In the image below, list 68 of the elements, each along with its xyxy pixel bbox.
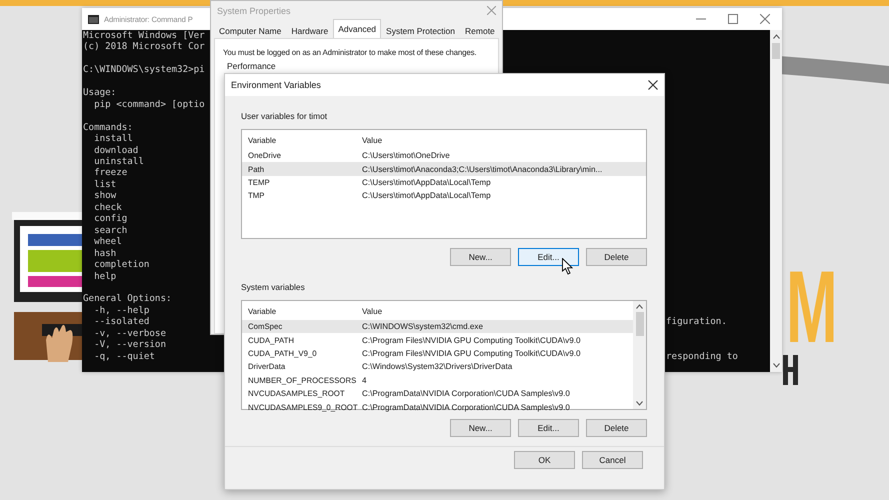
console-line: C:\WINDOWS\system32>pi [83,64,205,76]
console-line: download [93,144,138,156]
dialog-button[interactable]: Delete [586,248,647,266]
variable-value: C:\Program Files\NVIDIA GPU Computing Toolkit\CUDA\v9.0 [362,348,580,358]
scroll-up-icon[interactable] [636,304,643,309]
dialog-title: Environment Variables [231,80,321,90]
console-line: responding to [666,350,738,362]
console-line: config [93,213,128,224]
dialog-button[interactable]: New... [450,248,511,266]
scroll-down-icon[interactable] [636,401,643,406]
window-title: System Properties [217,6,291,16]
variable-value: C:\ProgramData\NVIDIA Corporation\CUDA Samples\v9.0 [362,402,570,412]
console-line: freeze [93,167,128,178]
logo-letter: M [786,258,838,360]
column-header[interactable]: Value [362,136,382,144]
dialog-button[interactable]: New... [450,419,511,437]
console-icon [88,14,99,24]
console-line: completion [93,259,150,270]
console-line: figuration. [666,316,727,328]
console-line: Commands: [83,122,133,133]
console-line: pip <command> [optio [93,98,205,110]
group-label: Performance [226,61,277,71]
maximize-icon[interactable] [728,14,738,24]
console-line: wheel [93,236,122,248]
console-line: show [93,190,116,202]
variable-value: C:\Users\timot\Anaconda3;C:\Users\timot\Anaconda3\Library\min... [362,164,602,174]
column-header[interactable]: Value [362,306,382,316]
console-line: -V, --version [93,339,166,350]
variable-value: C:\Program Files\NVIDIA GPU Computing Toolkit\CUDA\v9.0 [362,336,580,345]
close-icon[interactable] [648,80,658,90]
variable-value: C:\Users\timot\AppData\Local\Temp [362,191,491,200]
dialog-button[interactable]: Edit... [518,248,579,266]
console-line: check [93,202,122,213]
mouse-pointer-icon [562,258,573,275]
section-label: System variables [241,282,306,294]
dialog-button[interactable]: Delete [586,419,647,437]
dialog-button[interactable]: Cancel [582,451,643,469]
console-line: Microsoft Windows [Ver [83,30,205,41]
variable-value: C:\Users\timot\AppData\Local\Temp [362,178,491,187]
tab[interactable]: Advanced [333,19,382,38]
console-line: search [93,224,128,236]
scrollbar[interactable] [633,301,646,409]
console-line: (c) 2018 Microsoft Cor [83,41,205,52]
dialog-button[interactable]: Edit... [518,419,579,437]
console-line: -h, --help [93,304,150,316]
scroll-thumb[interactable] [772,43,780,59]
dialog-button[interactable]: OK [514,451,575,469]
console-line: uninstall [93,156,144,167]
variable-value: C:\WINDOWS\system32\cmd.exe [362,322,483,332]
console-line: help [93,270,116,282]
logo-fragment-drawing [783,355,798,385]
variable-value: 4 [362,376,367,385]
scroll-up-icon[interactable] [772,34,780,39]
console-line: -v, --verbose [93,328,166,339]
console-line: Usage: [83,87,116,98]
variable-value: C:\ProgramData\NVIDIA Corporation\CUDA Samples\v9.0 [362,389,570,398]
console-line: --isolated [93,316,150,328]
console-line: -q, --quiet [93,350,155,362]
console-line: hash [93,248,116,259]
section-label: User variables for timot [241,111,328,123]
console-line: General Options: [83,293,172,304]
variable-value: C:\Users\timot\OneDrive [362,151,450,160]
scrollbar[interactable] [770,30,782,372]
console-line: install [93,133,133,144]
variable-value: C:\Windows\System32\Drivers\DriverData [362,362,512,372]
scroll-thumb[interactable] [636,312,644,336]
scroll-down-icon[interactable] [772,363,780,368]
console-line: list [93,178,116,190]
